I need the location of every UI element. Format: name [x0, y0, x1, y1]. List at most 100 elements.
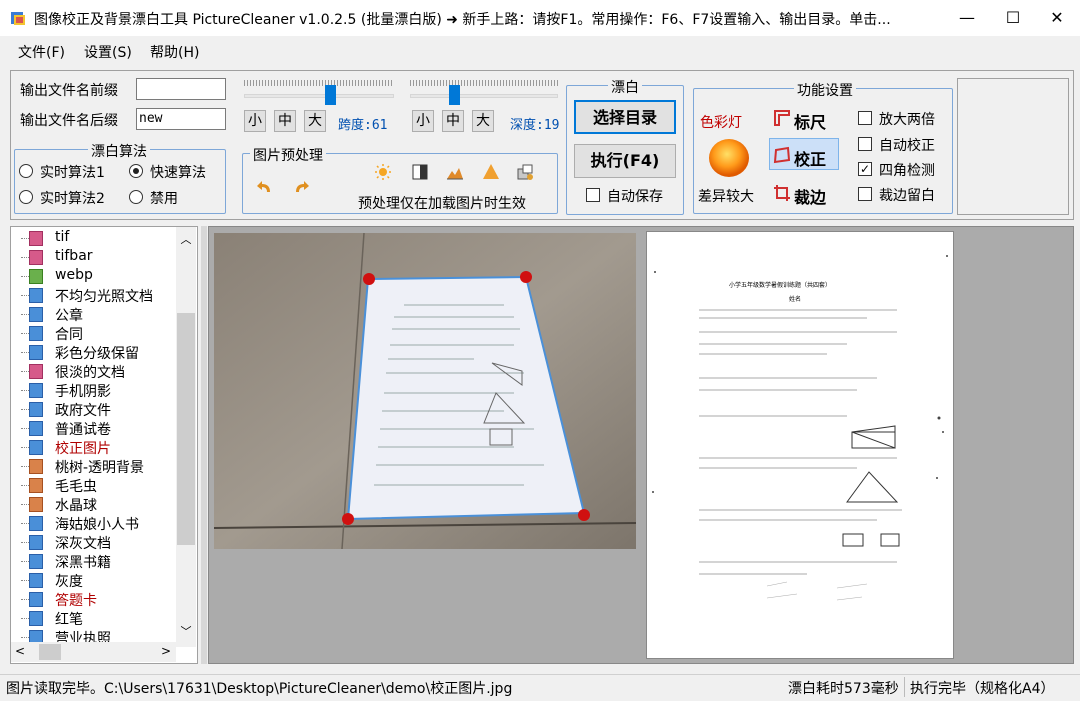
crop-margin-label: 裁边留白: [879, 188, 935, 204]
scroll-down-icon[interactable]: ﹀: [176, 623, 196, 639]
corner-detect-checkbox[interactable]: ✓: [858, 162, 872, 176]
tree-connector: [21, 447, 29, 448]
auto-correct-checkbox[interactable]: [858, 137, 872, 151]
list-vertical-scrollbar[interactable]: ︿ ﹀: [176, 227, 196, 647]
depth-medium-button[interactable]: 中: [442, 110, 464, 132]
depth-large-button[interactable]: 大: [472, 110, 494, 132]
select-directory-button[interactable]: 选择目录: [574, 100, 676, 134]
list-item-label: 灰度: [55, 574, 83, 590]
file-icon: [29, 402, 43, 417]
autosave-checkbox[interactable]: [586, 188, 600, 202]
prefix-input[interactable]: [136, 78, 226, 100]
scroll-left-icon[interactable]: <: [15, 644, 25, 658]
brightness-icon[interactable]: [374, 163, 392, 181]
list-scroll-thumb[interactable]: [177, 313, 195, 545]
radio-fast[interactable]: [129, 164, 143, 178]
color-light-label: 色彩灯: [700, 115, 742, 131]
list-item-label: 普通试卷: [55, 422, 111, 438]
tree-connector: [21, 276, 29, 277]
sharpen-icon[interactable]: [482, 163, 500, 180]
execute-button[interactable]: 执行(F4): [574, 144, 676, 178]
file-icon: [29, 440, 43, 455]
radio-realtime1[interactable]: [19, 164, 33, 178]
crop-tool-button[interactable]: 裁边: [794, 184, 826, 208]
tree-connector: [21, 466, 29, 467]
splitter[interactable]: [201, 226, 207, 664]
span-large-button[interactable]: 大: [304, 110, 326, 132]
menu-settings[interactable]: 设置(S): [84, 42, 132, 62]
color-light-icon[interactable]: [708, 138, 750, 178]
menu-help[interactable]: 帮助(H): [150, 42, 199, 62]
span-value: 跨度:61: [338, 118, 388, 133]
suffix-input[interactable]: new: [136, 108, 226, 130]
crop-margin-checkbox[interactable]: [858, 187, 872, 201]
file-icon: [29, 611, 43, 626]
undo-icon[interactable]: [256, 178, 276, 196]
bleach-algorithm-title: 漂白算法: [88, 141, 150, 161]
file-icon: [29, 459, 43, 474]
preprocess-note: 预处理仅在加载图片时生效: [358, 196, 526, 212]
file-icon: [29, 250, 43, 265]
file-icon: [29, 231, 43, 246]
scroll-right-icon[interactable]: >: [161, 644, 171, 658]
list-item-label: tif: [55, 229, 70, 245]
tree-connector: [21, 314, 29, 315]
ruler-tool-button[interactable]: 标尺: [794, 109, 826, 133]
menu-file[interactable]: 文件(F): [18, 42, 65, 62]
original-image-view[interactable]: [214, 233, 636, 549]
bleach-title: 漂白: [608, 77, 642, 97]
filter-icon[interactable]: [516, 163, 534, 181]
depth-slider-thumb[interactable]: [449, 85, 460, 105]
tree-connector: [21, 409, 29, 410]
close-button[interactable]: ✕: [1034, 0, 1080, 36]
file-icon: [29, 516, 43, 531]
file-icon: [29, 307, 43, 322]
list-item-label: 桃树-透明背景: [55, 460, 145, 476]
file-icon: [29, 478, 43, 493]
status-time: 漂白耗时573毫秒: [788, 681, 899, 697]
depth-small-button[interactable]: 小: [412, 110, 434, 132]
span-slider-thumb[interactable]: [325, 85, 336, 105]
enlarge2x-checkbox[interactable]: [858, 111, 872, 125]
radio-disable[interactable]: [129, 190, 143, 204]
preprocess-title: 图片预处理: [250, 145, 326, 165]
file-icon: [29, 326, 43, 341]
radio-realtime2[interactable]: [19, 190, 33, 204]
tree-connector: [21, 542, 29, 543]
list-item-label: 合同: [55, 327, 83, 343]
radio-fast-label: 快速算法: [150, 165, 206, 181]
maximize-button[interactable]: ☐: [990, 0, 1036, 36]
status-divider: [904, 677, 905, 697]
span-medium-button[interactable]: 中: [274, 110, 296, 132]
list-item-label: 政府文件: [55, 403, 111, 419]
list-hscroll-thumb[interactable]: [39, 644, 61, 660]
status-result: 执行完毕（规格化A4）: [910, 681, 1055, 697]
radio-realtime1-label: 实时算法1: [40, 165, 105, 181]
scroll-up-icon[interactable]: ︿: [176, 231, 196, 247]
list-item-label: 深黑书籍: [55, 555, 111, 571]
file-icon: [29, 573, 43, 588]
tree-connector: [21, 637, 29, 638]
correct-tool-button[interactable]: 校正: [794, 146, 826, 170]
minimize-button[interactable]: —: [944, 0, 990, 36]
span-slider-track[interactable]: [244, 94, 394, 98]
tree-connector: [21, 390, 29, 391]
list-item-label: webp: [55, 267, 93, 283]
radio-disable-label: 禁用: [150, 191, 178, 207]
span-small-button[interactable]: 小: [244, 110, 266, 132]
file-icon: [29, 535, 43, 550]
autosave-label: 自动保存: [607, 189, 663, 205]
list-item-label: 校正图片: [55, 441, 111, 457]
list-horizontal-scrollbar[interactable]: < >: [11, 642, 176, 662]
processed-image-view[interactable]: 小学五年级数学暑假训练题（共四套） 姓名: [646, 231, 954, 659]
tree-connector: [21, 561, 29, 562]
tree-connector: [21, 599, 29, 600]
depth-slider-track[interactable]: [410, 94, 558, 98]
tree-connector: [21, 257, 29, 258]
file-icon: [29, 497, 43, 512]
levels-icon[interactable]: [446, 164, 464, 180]
redo-icon[interactable]: [290, 178, 310, 196]
contrast-icon[interactable]: [412, 164, 428, 180]
list-item-label: 公章: [55, 308, 83, 324]
title-bar: 图像校正及背景漂白工具 PictureCleaner v1.0.2.5 (批量漂…: [0, 0, 1080, 36]
